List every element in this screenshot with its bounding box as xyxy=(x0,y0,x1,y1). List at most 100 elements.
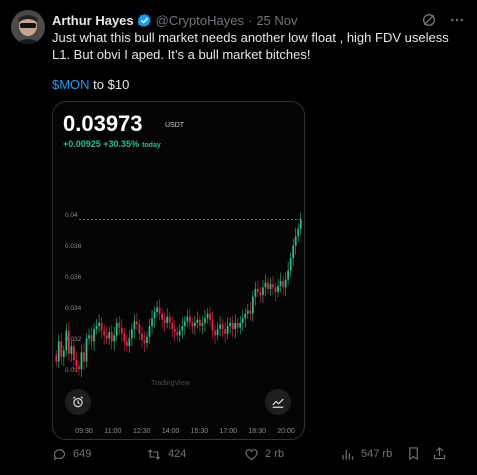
current-price: 0.03973 xyxy=(63,111,143,136)
candle-body xyxy=(67,330,70,354)
candle-body xyxy=(115,322,118,336)
bookmark-button[interactable] xyxy=(406,446,421,464)
candle-body xyxy=(214,330,216,336)
candle-body xyxy=(103,330,106,336)
candle-body xyxy=(257,288,259,292)
candle-body xyxy=(194,322,196,326)
grok-icon[interactable] xyxy=(421,12,437,28)
candle-body xyxy=(289,258,292,271)
candle-body xyxy=(168,316,171,323)
candle-body xyxy=(57,341,60,362)
candle-body xyxy=(136,321,138,325)
repost-action[interactable]: 424 xyxy=(146,447,186,462)
candle-body xyxy=(146,336,148,343)
candle-body xyxy=(236,322,239,328)
heart-icon xyxy=(245,448,258,460)
y-tick-label-4: 0.032 xyxy=(65,336,82,343)
tweet-text-line2: $MON to $10 xyxy=(52,77,129,92)
candle-body xyxy=(73,346,75,360)
candle-body xyxy=(231,322,234,330)
author-handle[interactable]: @CryptoHayes xyxy=(156,13,244,28)
candle-body xyxy=(123,333,126,342)
candle-body xyxy=(219,324,221,330)
candle-body xyxy=(138,324,141,334)
candle-body xyxy=(259,292,262,296)
candle-body xyxy=(251,296,254,314)
price-change-period: today xyxy=(142,142,161,149)
candle-body xyxy=(201,322,204,326)
candle-body xyxy=(100,322,103,331)
price-change-value: +0.00925 +30.35% xyxy=(63,139,140,149)
reply-action[interactable]: 649 xyxy=(52,447,91,462)
alarm-clock-icon xyxy=(72,396,84,408)
candle-body xyxy=(234,322,237,330)
candle-body xyxy=(241,318,244,323)
candle-body xyxy=(125,341,128,347)
candle-body xyxy=(141,333,143,340)
candle-body xyxy=(299,219,302,229)
candle-body xyxy=(65,330,68,351)
candle-body xyxy=(85,338,88,362)
verified-badge-icon xyxy=(137,13,151,27)
candle-body xyxy=(161,313,163,320)
like-action[interactable]: 2 rb xyxy=(244,447,284,462)
candle-body xyxy=(130,329,133,339)
views-action[interactable]: 547 rb xyxy=(340,447,392,462)
candle-body xyxy=(216,329,219,336)
bookmark-icon xyxy=(409,447,418,461)
candle-body xyxy=(282,281,284,288)
candle-body xyxy=(196,319,199,323)
x-tick-label-3: 14:00 xyxy=(162,428,180,435)
candle-body xyxy=(158,307,161,314)
candle-body xyxy=(133,321,136,330)
candle-body xyxy=(294,236,297,246)
y-tick-label-2: 0.036 xyxy=(65,274,82,281)
candle-body xyxy=(60,341,63,357)
x-tick-label-6: 18:30 xyxy=(248,428,266,435)
candle-body xyxy=(274,287,277,292)
x-tick-label-4: 15:30 xyxy=(191,428,209,435)
cashtag-link[interactable]: $MON xyxy=(52,77,90,92)
candle-body xyxy=(128,338,131,347)
candle-body xyxy=(98,322,100,326)
share-button[interactable] xyxy=(432,446,447,464)
candle-body xyxy=(62,350,65,357)
y-tick-label-5: 0.03 xyxy=(65,367,78,374)
candle-body xyxy=(239,322,242,328)
x-tick-label-5: 17:00 xyxy=(220,428,238,435)
candle-body xyxy=(75,360,78,367)
candle-body xyxy=(277,285,279,292)
tweet-actions: 649 424 2 rb 547 rb xyxy=(52,445,452,463)
views-count: 547 rb xyxy=(361,448,393,460)
candle-body xyxy=(292,245,295,258)
candle-body xyxy=(151,318,153,326)
candle-body xyxy=(186,316,189,322)
tweet-header: Arthur Hayes @CryptoHayes · 25 Nov xyxy=(52,11,465,29)
candle-body xyxy=(229,322,232,326)
alarm-button[interactable] xyxy=(65,389,91,415)
candle-body xyxy=(120,327,123,334)
tradingview-watermark: TradingView xyxy=(151,380,190,387)
chart-type-button[interactable] xyxy=(265,389,291,415)
candle-body xyxy=(173,329,176,333)
like-count: 2 rb xyxy=(265,448,284,460)
candle-body xyxy=(188,316,191,323)
candle-body xyxy=(83,352,85,362)
tweet-text-line2-rest: to $10 xyxy=(89,77,130,92)
candle-body xyxy=(148,326,151,337)
repost-count: 424 xyxy=(168,448,187,460)
candle-body xyxy=(153,312,156,319)
candle-body xyxy=(118,322,121,328)
chart-card[interactable]: 0.04 0.038 0.036 0.034 0.032 0.03 09:30 11:00 1… xyxy=(52,101,305,440)
more-options-icon[interactable] xyxy=(449,12,465,28)
candle-body xyxy=(206,313,209,319)
x-tick-label-2: 12:30 xyxy=(133,428,151,435)
candle-body xyxy=(176,332,179,336)
repost-icon xyxy=(147,448,161,460)
candle-body xyxy=(199,319,201,326)
author-name[interactable]: Arthur Hayes xyxy=(52,13,134,28)
tweet-date[interactable]: 25 Nov xyxy=(256,13,297,28)
candle-body xyxy=(93,329,95,342)
x-tick-label-0: 09:30 xyxy=(75,428,93,435)
author-avatar[interactable] xyxy=(11,10,45,44)
